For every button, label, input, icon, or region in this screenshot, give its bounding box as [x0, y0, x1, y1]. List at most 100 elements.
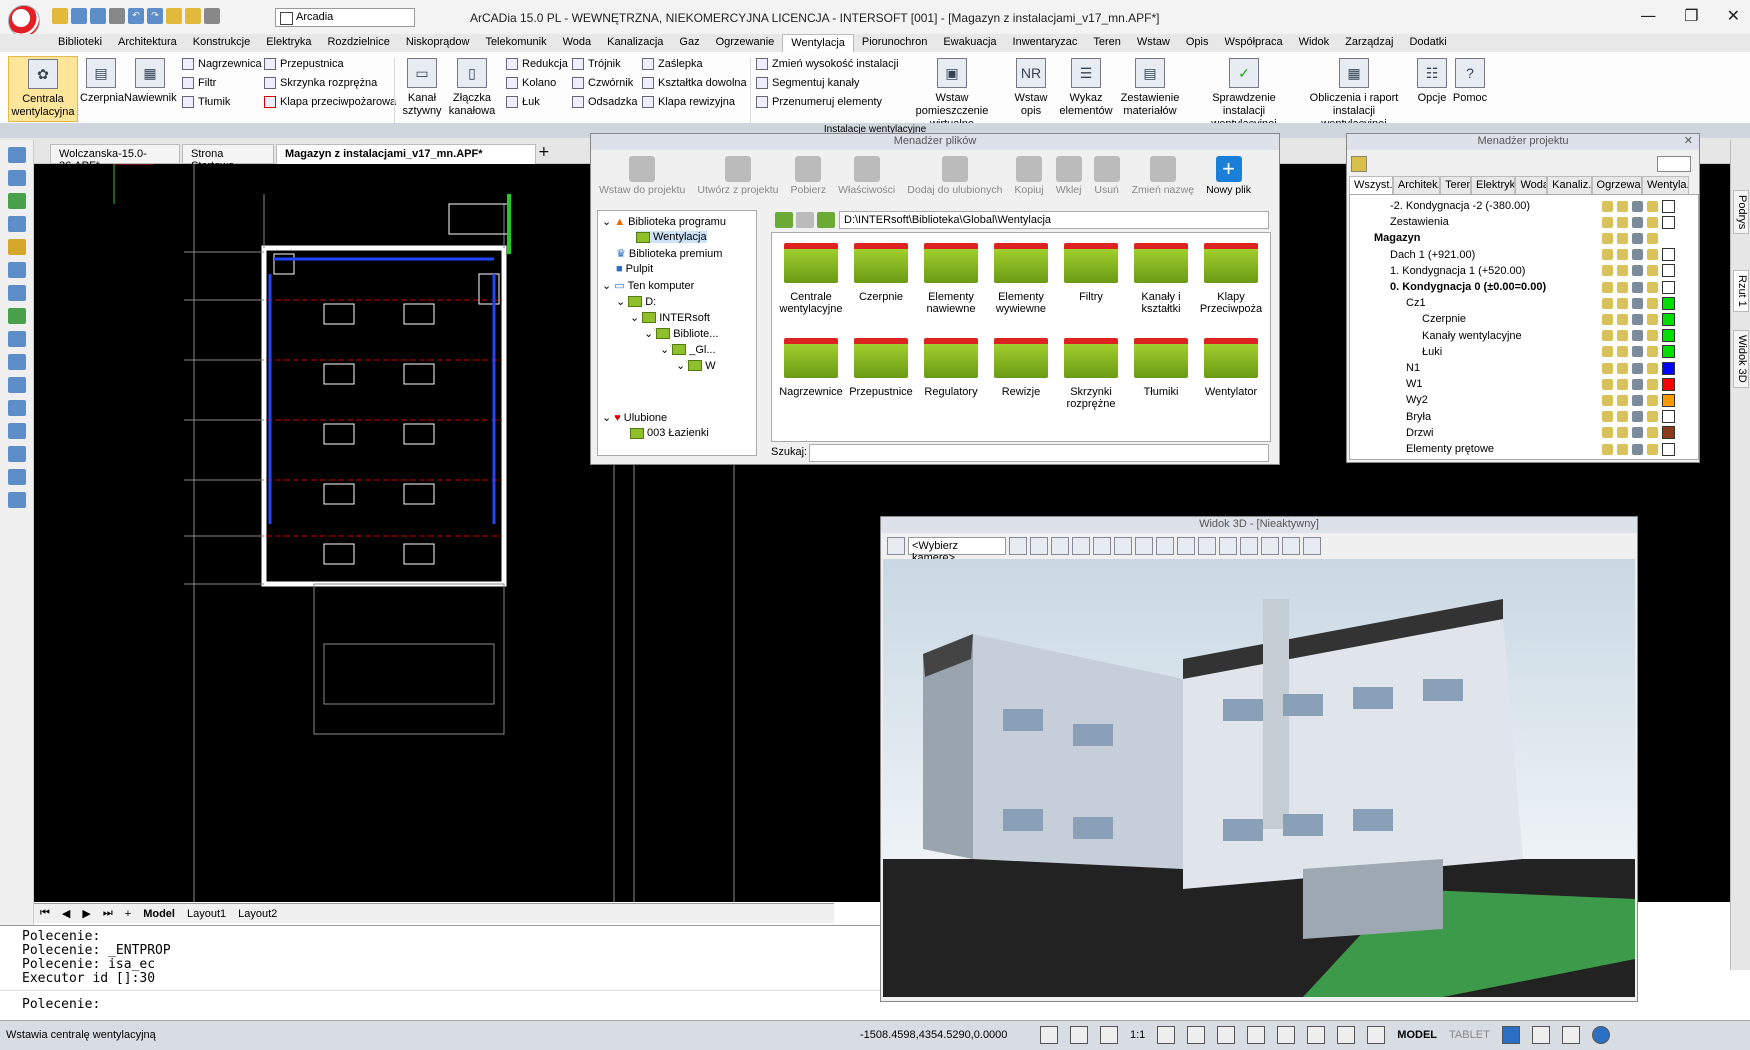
copy-icon[interactable] — [8, 331, 26, 347]
menu-item-architektura[interactable]: Architektura — [110, 34, 185, 52]
building-icon[interactable] — [1156, 537, 1174, 555]
first-layout-icon[interactable]: ⏮ — [34, 907, 56, 920]
yellow-tool-icon[interactable] — [8, 239, 26, 255]
redo-icon[interactable]: ↷ — [147, 8, 163, 24]
material-icon[interactable] — [1198, 537, 1216, 555]
color-swatch[interactable] — [1662, 199, 1675, 213]
camera-select[interactable]: <Wybierz kamerę> — [908, 537, 1006, 564]
lock-icon[interactable] — [1617, 281, 1628, 293]
dimension-icon[interactable] — [8, 354, 26, 370]
printer-icon[interactable] — [1632, 200, 1643, 212]
fm-toolbar-button[interactable]: Dodaj do ulubionych — [901, 152, 1008, 206]
transparency-icon[interactable] — [1277, 1026, 1296, 1044]
side-tab-podrys[interactable]: Podrys — [1733, 190, 1749, 235]
fm-toolbar-button[interactable]: + Nowy plik — [1200, 152, 1257, 206]
lock-icon[interactable] — [1617, 330, 1628, 342]
tlumik-button[interactable]: Tłumik — [182, 96, 230, 108]
menu-item-widok[interactable]: Widok — [1291, 34, 1338, 52]
printer-icon[interactable] — [1632, 394, 1643, 406]
skrzynka-button[interactable]: Skrzynka rozprężna — [264, 77, 377, 89]
pm-tab[interactable]: Architek... — [1392, 176, 1441, 194]
kanal-button[interactable]: ▭ Kanał sztywny — [398, 56, 446, 122]
obliczenia-button[interactable]: ▦Obliczenia i raport instalacji wentylac… — [1304, 56, 1404, 130]
sprawdzenie-button[interactable]: ✓Sprawdzenie instalacji wentylacyjnej — [1190, 56, 1298, 130]
menu-item-inwentaryzac[interactable]: Inwentaryzac — [1005, 34, 1086, 52]
sun-icon[interactable] — [185, 8, 201, 24]
color-swatch[interactable] — [1662, 361, 1675, 375]
tree-node-intersoft[interactable]: ⌄ INTERsoft — [630, 311, 710, 325]
wstaw-pomieszczenie-button[interactable]: ▣Wstaw pomieszczenie wirtualne — [900, 56, 1004, 130]
color-swatch[interactable] — [1662, 410, 1675, 424]
menu-item-konstrukcje[interactable]: Konstrukcje — [185, 34, 258, 52]
bulb-icon[interactable] — [1602, 378, 1613, 390]
folder-item[interactable]: Filtry — [1056, 243, 1126, 303]
klapa-rewizyjna-button[interactable]: Klapa rewizyjna — [642, 96, 735, 108]
model-toggle[interactable]: MODEL — [1397, 1029, 1437, 1041]
text-icon[interactable] — [8, 492, 26, 508]
layout-tab-1[interactable]: Layout1 — [181, 908, 232, 920]
bulb-icon[interactable] — [1602, 216, 1613, 228]
tree-node-global[interactable]: ⌄ _Gl... — [660, 343, 716, 357]
tree-row[interactable]: Elementy prętowe — [1350, 440, 1698, 458]
lock-icon[interactable] — [1617, 200, 1628, 212]
menu-item-dodatki[interactable]: Dodatki — [1401, 34, 1454, 52]
side-tab-widok3d[interactable]: Widok 3D — [1733, 330, 1749, 388]
command-input[interactable]: Polecenie: — [22, 998, 100, 1012]
palette-icon[interactable] — [1647, 313, 1658, 325]
wstaw-opis-button[interactable]: NR Wstaw opis — [1010, 56, 1052, 122]
info-icon[interactable] — [1591, 1026, 1610, 1044]
new-tab-button[interactable]: + — [538, 144, 550, 160]
tree-node-biblioteka[interactable]: ⌄ Bibliote... — [644, 327, 718, 341]
fm-toolbar-button[interactable]: Usuń — [1088, 152, 1126, 206]
close-button[interactable]: ✕ — [1727, 6, 1740, 25]
doc-tab-wolczanska[interactable]: Wolczanska-15.0-36.APF* — [50, 144, 180, 172]
folder-item[interactable]: Elementy wywiewne — [986, 243, 1056, 315]
color-swatch[interactable] — [1662, 345, 1675, 359]
tree-node-biblioteka-programu[interactable]: ⌄ ▲ Biblioteka programu — [602, 215, 726, 229]
nagrzewnica-button[interactable]: Nagrzewnica — [182, 58, 262, 70]
tree-node-w[interactable]: ⌄ W — [676, 359, 716, 373]
gear-icon[interactable] — [1501, 1026, 1520, 1044]
minimize-button[interactable]: — — [1640, 6, 1656, 25]
folder-item[interactable]: Przepustnice — [846, 338, 916, 398]
palette-icon[interactable] — [1647, 281, 1658, 293]
palette-icon[interactable] — [1647, 443, 1658, 455]
bulb-icon[interactable] — [1602, 313, 1613, 325]
camera-icon[interactable] — [887, 537, 905, 555]
printer-icon[interactable] — [1632, 443, 1643, 455]
menu-item-współpraca[interactable]: Współpraca — [1217, 34, 1291, 52]
menu-item-wentylacja[interactable]: Wentylacja — [782, 34, 854, 52]
menu-item-opis[interactable]: Opis — [1178, 34, 1217, 52]
ksztaltka-button[interactable]: Kształtka dowolna — [642, 77, 747, 89]
centrala-button[interactable]: ✿ Centrala wentylacyjna — [8, 56, 78, 122]
pm-tab[interactable]: Kanaliz... — [1547, 176, 1592, 194]
przepustnica-button[interactable]: Przepustnica — [264, 58, 344, 70]
folder-item[interactable]: Tłumiki — [1126, 338, 1196, 398]
bulb-icon[interactable] — [1602, 362, 1613, 374]
forward-icon[interactable] — [796, 212, 814, 228]
color-swatch[interactable] — [1662, 296, 1675, 310]
printer-icon[interactable] — [1632, 411, 1643, 423]
pm-tab[interactable]: Elektryka — [1471, 176, 1516, 194]
printer-icon[interactable] — [1632, 313, 1643, 325]
fm-toolbar-button[interactable]: Wstaw do projektu — [593, 152, 691, 206]
zoom-icon[interactable] — [8, 285, 26, 301]
fly-icon[interactable] — [1114, 537, 1132, 555]
lock-icon[interactable] — [1617, 265, 1628, 277]
palette-icon[interactable] — [1647, 346, 1658, 358]
palette-icon[interactable] — [1647, 297, 1658, 309]
folder-item[interactable]: Kanały i kształtki — [1126, 243, 1196, 315]
printer-icon[interactable] — [1632, 362, 1643, 374]
polyline-icon[interactable] — [8, 400, 26, 416]
lock-icon[interactable] — [1617, 411, 1628, 423]
sun-icon[interactable] — [1240, 537, 1258, 555]
folder-item[interactable]: Regulatory — [916, 338, 986, 398]
layout-tab-model[interactable]: Model — [137, 908, 181, 920]
prev-layout-icon[interactable]: ◀ — [56, 907, 76, 920]
klapa-button[interactable]: Klapa przeciwpożarowa — [264, 96, 396, 108]
lock-icon[interactable] — [1617, 297, 1628, 309]
segmentuj-button[interactable]: Segmentuj kanały — [756, 77, 859, 89]
luk-button[interactable]: Łuk — [506, 96, 540, 108]
zmien-wysokosc-button[interactable]: Zmień wysokość instalacji — [756, 58, 899, 70]
fm-toolbar-button[interactable]: Zmień nazwę — [1126, 152, 1200, 206]
